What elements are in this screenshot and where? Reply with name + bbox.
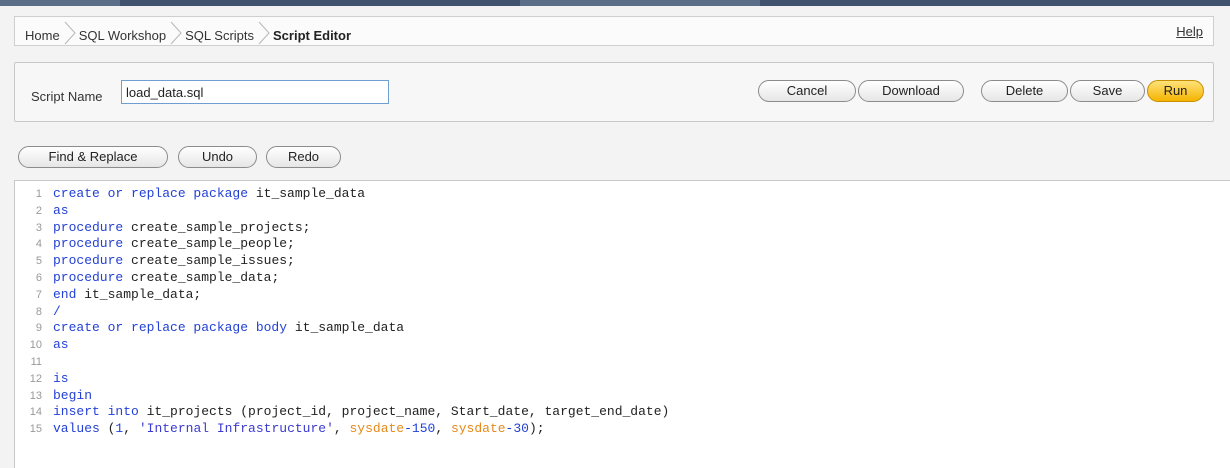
line-number: 9: [35, 322, 42, 335]
chevron-right-icon: [257, 21, 271, 46]
code-token: -30: [505, 421, 529, 437]
line-number: 15: [29, 423, 42, 436]
delete-button[interactable]: Delete: [981, 80, 1068, 102]
code-token: /: [53, 303, 61, 319]
top-strip: [0, 0, 1230, 6]
code-token: -150: [404, 421, 436, 437]
run-button[interactable]: Run: [1147, 80, 1204, 102]
code-token: is: [53, 370, 69, 386]
line-number: 8: [35, 305, 42, 318]
script-name-region: Script Name Cancel Download Delete Save …: [14, 62, 1214, 122]
code-text: procedure create_sample_data;: [53, 270, 279, 285]
breadcrumb-items: Home SQL Workshop SQL Scripts Script Edi…: [25, 21, 352, 46]
code-text: create or replace package body it_sample…: [53, 320, 404, 335]
code-text: values (1, 'Internal Infrastructure', sy…: [53, 421, 545, 436]
code-token: it_sample_data: [248, 186, 366, 201]
find-replace-button[interactable]: Find & Replace: [18, 146, 168, 168]
save-button[interactable]: Save: [1070, 80, 1145, 102]
code-token: procedure: [53, 219, 124, 235]
breadcrumb-script-editor: Script Editor: [273, 27, 352, 43]
code-token: );: [528, 421, 545, 437]
line-number: 10: [29, 339, 42, 352]
code-editor[interactable]: 1 create or replace package it_sample_dat…: [14, 180, 1230, 468]
code-token: procedure: [53, 270, 124, 285]
line-number: 7: [35, 288, 42, 301]
line-number: 2: [35, 204, 42, 217]
breadcrumb-sql-workshop[interactable]: SQL Workshop: [79, 28, 166, 43]
code-token: ,: [435, 421, 451, 437]
code-text: end it_sample_data;: [53, 287, 201, 302]
line-number: 5: [35, 255, 42, 268]
code-token: (: [99, 421, 116, 437]
code-token: as: [53, 202, 69, 218]
chevron-right-icon: [63, 21, 77, 46]
code-token: create_sample_issues;: [123, 253, 295, 269]
code-token: procedure: [53, 253, 124, 269]
code-token: sysdate: [349, 421, 405, 437]
line-number: 13: [29, 389, 42, 402]
code-text: /: [53, 304, 61, 319]
code-token: it_sample_data: [287, 320, 405, 336]
code-token: as: [53, 337, 69, 353]
help-link[interactable]: Help: [1176, 24, 1203, 39]
line-number: 1: [35, 188, 42, 200]
code-token: create or replace package body: [53, 320, 288, 336]
line-number: 12: [29, 372, 42, 385]
code-token: values: [53, 421, 100, 437]
line-number: 6: [35, 272, 42, 284]
code-token: ,: [123, 421, 139, 437]
script-name-label: Script Name: [31, 89, 103, 104]
top-strip-segment: [760, 0, 1230, 6]
code-token: create_sample_data;: [123, 270, 280, 285]
code-token: it_projects (project_id, project_name, S…: [138, 404, 670, 420]
code-text: procedure create_sample_people;: [53, 236, 295, 251]
chevron-right-icon: [169, 21, 183, 46]
line-number: 3: [35, 221, 42, 234]
code-token: create_sample_projects;: [123, 219, 311, 235]
breadcrumb-home[interactable]: Home: [25, 28, 60, 43]
code-token: end: [53, 286, 77, 302]
code-token: insert into: [53, 404, 139, 420]
code-token: sysdate: [450, 421, 506, 437]
code-text: begin: [53, 388, 92, 403]
top-strip-segment: [120, 0, 520, 6]
code-text: as: [53, 203, 69, 218]
breadcrumb-sql-scripts[interactable]: SQL Scripts: [185, 28, 254, 43]
code-text: create or replace package it_sample_data: [53, 186, 365, 201]
code-text: procedure create_sample_projects;: [53, 220, 310, 235]
code-token: procedure: [53, 236, 124, 252]
code-text: insert into it_projects (project_id, pro…: [53, 404, 669, 419]
cancel-button[interactable]: Cancel: [758, 80, 856, 102]
code-text: is: [53, 371, 69, 386]
breadcrumb: Home SQL Workshop SQL Scripts Script Edi…: [14, 16, 1214, 46]
line-number: 11: [30, 356, 42, 368]
code-token: ,: [333, 421, 350, 437]
code-token: create or replace package: [53, 186, 249, 201]
script-name-input[interactable]: [121, 80, 389, 104]
redo-button[interactable]: Redo: [266, 146, 341, 168]
code-token: 'Internal Infrastructure': [138, 421, 334, 437]
download-button[interactable]: Download: [858, 80, 964, 102]
code-text: procedure create_sample_issues;: [53, 253, 295, 268]
code-text: as: [53, 337, 69, 352]
code-token: create_sample_people;: [123, 236, 295, 252]
undo-button[interactable]: Undo: [178, 146, 257, 168]
line-number: 4: [35, 238, 42, 251]
code-token: it_sample_data;: [76, 286, 202, 302]
line-number: 14: [29, 406, 42, 419]
code-token: begin: [53, 387, 93, 403]
